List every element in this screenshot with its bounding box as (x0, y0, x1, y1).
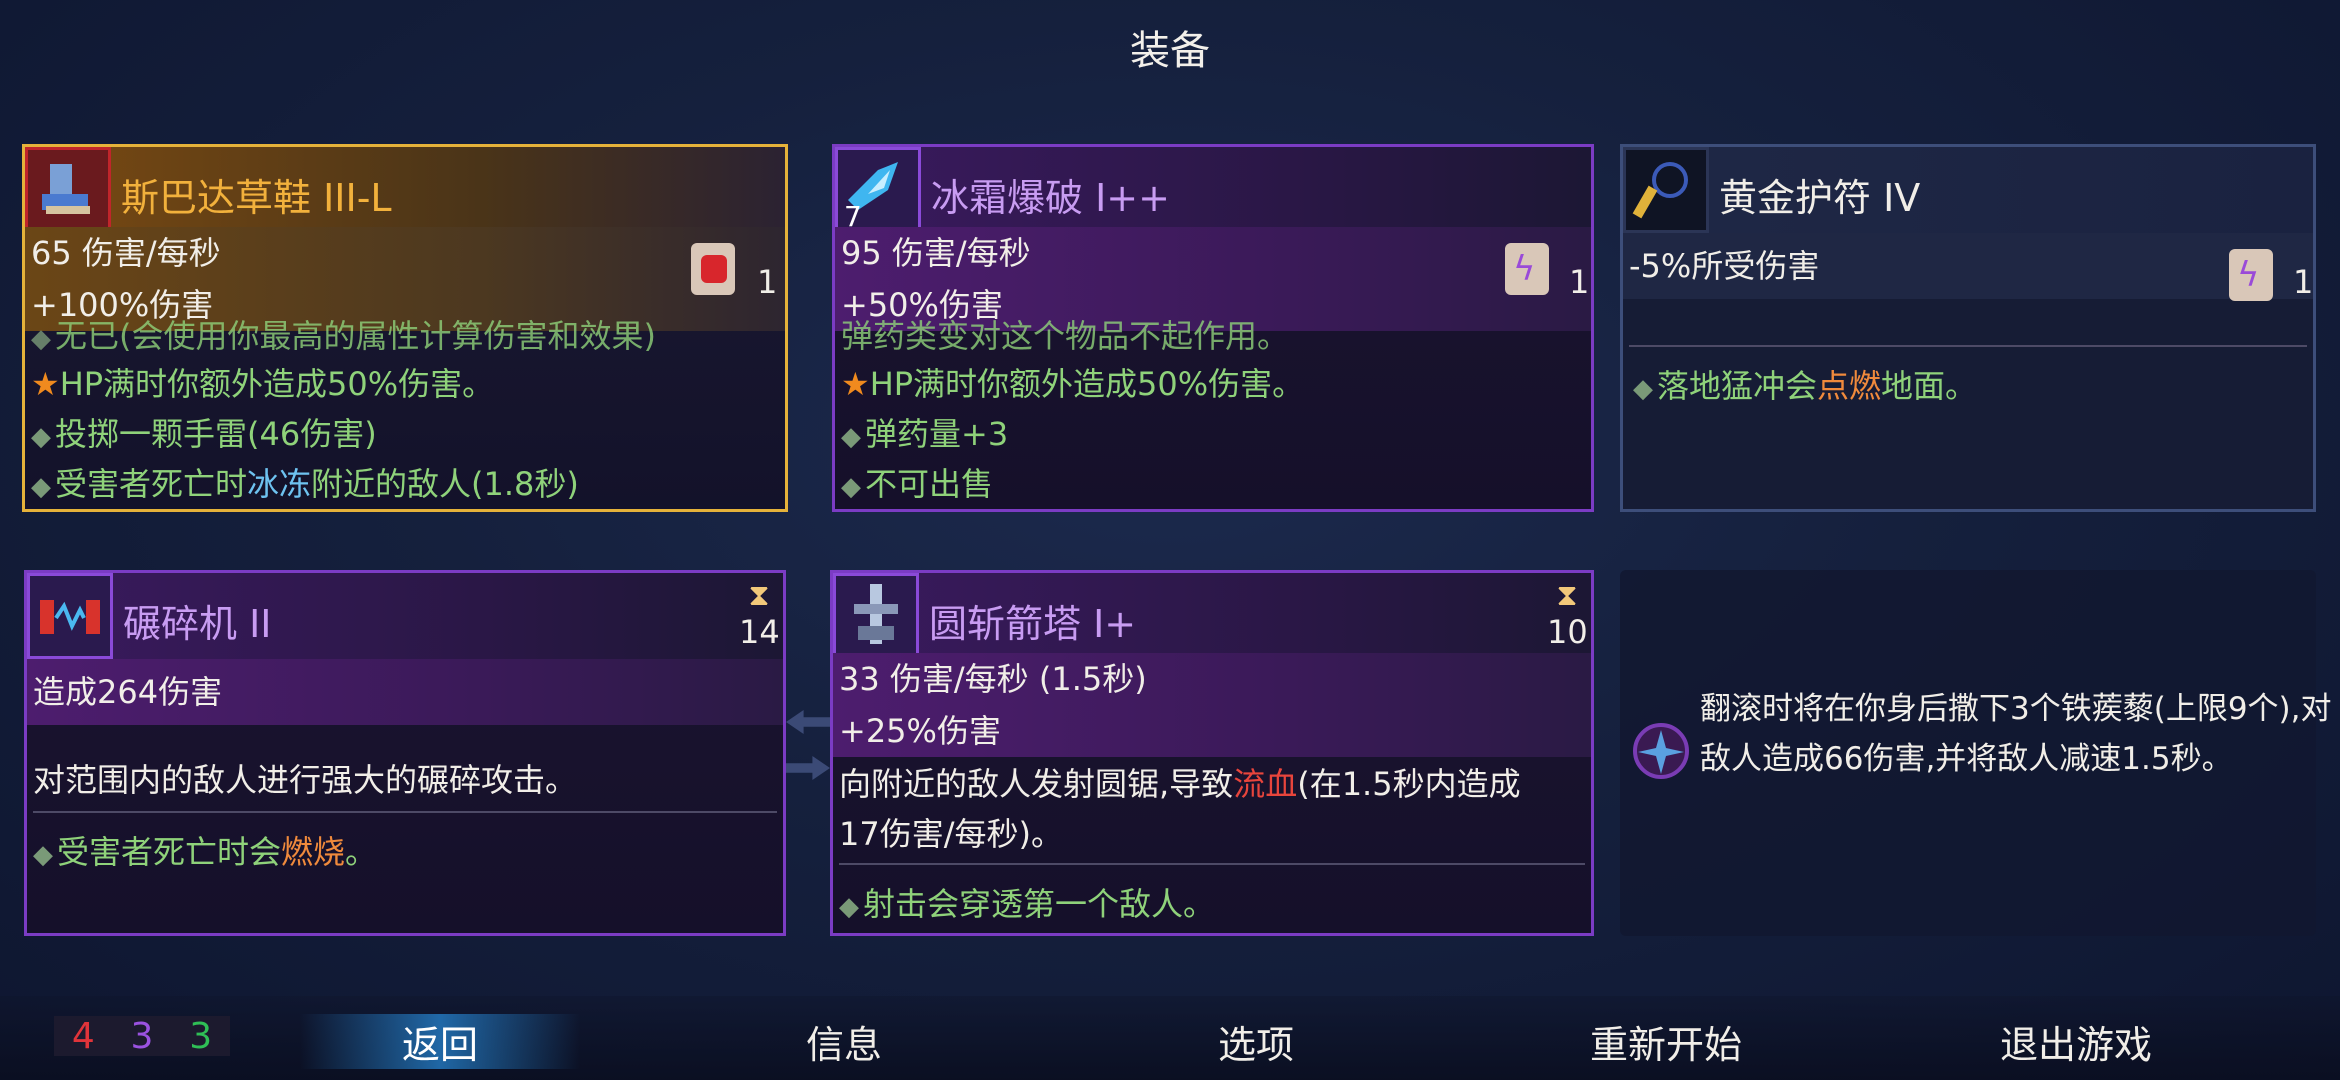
effect-line: ◆ 投掷一颗手雷(46伤害) (31, 415, 377, 453)
quit-game-button[interactable]: 退出游戏 (1956, 1014, 2196, 1069)
cooldown-timer: ⧗ 10 (1547, 578, 1588, 652)
item-name: 斯巴达草鞋 III-L (121, 176, 392, 220)
divider (33, 811, 777, 813)
cooldown-timer: ⧗ 14 (739, 578, 780, 652)
tower-icon (833, 573, 919, 659)
effect-line: 弹药类变对这个物品不起作用。 (841, 317, 1290, 355)
caltrop-description: 翻滚时将在你身后撒下3个铁蒺藜(上限9个),对敌人造成66伤害,并将敌人减速1.… (1700, 691, 2332, 777)
info-button[interactable]: 信息 (744, 1014, 944, 1069)
item-name: 圆斩箭塔 I+ (929, 602, 1137, 646)
item-card-sparta-sandals[interactable]: 斯巴达草鞋 III-L 65 伤害/每秒 +100%伤害 1 ◆ 无已(会使用你最… (22, 144, 788, 512)
stat-dps: 95 伤害/每秒 (835, 227, 1591, 279)
item-name: 黄金护符 IV (1719, 176, 1921, 220)
effect-line: ◆ 受害者死亡时冰冻附近的敌人(1.8秒) (31, 465, 579, 503)
stat-damage: 造成264伤害 (27, 659, 783, 725)
effect-line: ◆ 射击会穿透第一个敌人。 (839, 885, 1216, 923)
description-cont: 17伤害/每秒)。 (839, 815, 1063, 853)
caltrop-icon (1626, 716, 1696, 786)
options-button[interactable]: 选项 (1156, 1014, 1356, 1069)
item-card-golden-amulet[interactable]: 黄金护符 IV -5%所受伤害 ϟ 1 ◆ 落地猛冲会点燃地面。 (1620, 144, 2316, 512)
scroll-count: 1 (757, 263, 778, 301)
effect-line: ★HP满时你额外造成50%伤害。 (841, 365, 1305, 403)
description: 对范围内的敌人进行强大的碾碎攻击。 (33, 761, 578, 799)
effect-line: ◆ 无已(会使用你最高的属性计算伤害和效果) (31, 317, 656, 355)
effect-line: ◆ 不可出售 (841, 465, 994, 503)
lightning-scroll-icon: ϟ (1495, 237, 1559, 301)
stat-dps: 33 伤害/每秒 (1.5秒) (833, 653, 1591, 705)
scroll-count: 1 (1569, 263, 1590, 301)
item-name: 冰霜爆破 I++ (931, 176, 1170, 220)
effect-line: ◆ 落地猛冲会点燃地面。 (1633, 367, 1978, 405)
counter-green: 3 (189, 1015, 213, 1057)
stat-damage: +25%伤害 (833, 705, 1591, 757)
fist-scroll-icon (681, 237, 745, 301)
divider (1629, 345, 2307, 347)
resource-counters: 4 3 3 (54, 1015, 230, 1057)
back-button[interactable]: 返回 (300, 1014, 580, 1069)
counter-red: 4 (71, 1015, 95, 1057)
hourglass-icon: ⧗ (748, 578, 770, 613)
item-card-saw-tower[interactable]: 圆斩箭塔 I+ ⧗ 10 33 伤害/每秒 (1.5秒) +25%伤害 向附近的… (830, 570, 1594, 936)
crusher-icon (27, 573, 113, 659)
hourglass-icon: ⧗ (1556, 578, 1578, 613)
restart-button[interactable]: 重新开始 (1546, 1014, 1786, 1069)
sandal-icon (25, 147, 111, 233)
page-title: 装备 (1130, 28, 1210, 74)
scroll-count: 1 (2293, 263, 2314, 301)
counter-purple: 3 (130, 1015, 154, 1057)
lightning-scroll-icon: ϟ (2219, 243, 2283, 307)
stat-damage-taken: -5%所受伤害 (1623, 233, 2313, 299)
stat-dps: 65 伤害/每秒 (25, 227, 785, 279)
effect-line: ★HP满时你额外造成50%伤害。 (31, 365, 495, 403)
swap-arrows-icon[interactable] (786, 710, 830, 790)
item-name: 碾碎机 II (123, 602, 272, 646)
ice-crystal-icon: 7 (835, 147, 921, 233)
amulet-icon (1623, 147, 1709, 233)
effect-line: ◆ 受害者死亡时会燃烧。 (33, 833, 378, 871)
item-card-frost-blast[interactable]: 7 冰霜爆破 I++ 95 伤害/每秒 +50%伤害 ϟ 1 弹药类变对这个物品… (832, 144, 1594, 512)
item-card-crusher[interactable]: 碾碎机 II ⧗ 14 造成264伤害 对范围内的敌人进行强大的碾碎攻击。 ◆ 受… (24, 570, 786, 936)
divider (839, 863, 1585, 865)
description: 向附近的敌人发射圆锯,导致流血(在1.5秒内造成 (839, 765, 1521, 803)
effect-line: ◆ 弹药量+3 (841, 415, 1009, 453)
